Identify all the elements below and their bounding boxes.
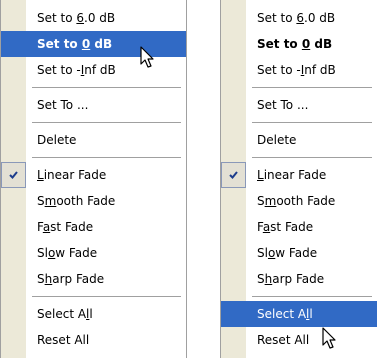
menu-item-sharp-fade[interactable]: Sharp Fade [221,266,377,292]
menu-item-label: Fast Fade [37,220,94,234]
menu-separator [1,153,186,162]
menu-item-sharp-fade[interactable]: Sharp Fade [1,266,186,292]
menu-item-fast-fade[interactable]: Fast Fade [1,214,186,240]
menu-separator [1,292,186,301]
menu-separator [221,153,377,162]
menu-item-label: Set to 0 dB [37,37,113,51]
menu-item-label: Sharp Fade [257,272,325,286]
menu-item-set-to-inf-db[interactable]: Set to -Inf dB [1,57,186,83]
menu-item-set-to-0db[interactable]: Set to 0 dB [1,31,186,57]
menu-item-set-to-6db[interactable]: Set to 6.0 dB [221,5,377,31]
menu-item-label: Smooth Fade [37,194,116,208]
menu-separator [1,83,186,92]
menu-item-slow-fade[interactable]: Slow Fade [221,240,377,266]
menu-item-select-all[interactable]: Select All [1,301,186,327]
mouse-cursor-icon [322,327,336,349]
menu-item-reset-all[interactable]: Reset All [1,327,186,353]
menu-item-label: Delete [257,133,297,147]
menu-item-label: Set To ... [37,98,89,112]
menu-item-slow-fade[interactable]: Slow Fade [1,240,186,266]
menu-item-smooth-fade[interactable]: Smooth Fade [221,188,377,214]
menu-item-label: Reset All [37,333,90,347]
menu-item-label: Set to -Inf dB [37,63,116,77]
context-menu-left: Set to 6.0 dB Set to 0 dB Set to -Inf dB… [0,0,187,358]
menu-item-label: Set to 6.0 dB [37,11,116,25]
menu-item-label: Set to 6.0 dB [257,11,336,25]
menu-item-label: Fast Fade [257,220,314,234]
menu-item-set-to-inf-db[interactable]: Set to -Inf dB [221,57,377,83]
menu-item-label: Set To ... [257,98,309,112]
menu-item-linear-fade[interactable]: Linear Fade [1,162,186,188]
menu-item-label: Delete [37,133,77,147]
menu-item-set-to[interactable]: Set To ... [221,92,377,118]
menu-item-set-to-0db[interactable]: Set to 0 dB [221,31,377,57]
menu-item-label: Slow Fade [257,246,318,260]
menu-item-label: Set to 0 dB [257,37,333,51]
menu-item-label: Select All [37,307,93,321]
menu-separator [221,292,377,301]
mouse-cursor-icon [140,46,154,68]
menu-item-linear-fade[interactable]: Linear Fade [221,162,377,188]
menu-item-label: Set to -Inf dB [257,63,336,77]
menu-item-label: Smooth Fade [257,194,336,208]
menu-item-select-all[interactable]: Select All [221,301,377,327]
menu-separator [221,83,377,92]
menu-item-reset-all[interactable]: Reset All [221,327,377,353]
menu-separator [221,118,377,127]
context-menu-right: Set to 6.0 dB Set to 0 dB Set to -Inf dB… [220,0,377,358]
menu-item-label: Sharp Fade [37,272,105,286]
menu-item-delete[interactable]: Delete [1,127,186,153]
menu-item-label: Linear Fade [257,168,327,182]
menu-item-label: Slow Fade [37,246,98,260]
menu-item-set-to[interactable]: Set To ... [1,92,186,118]
menu-item-label: Reset All [257,333,310,347]
check-icon [1,162,26,188]
menu-item-label: Select All [257,307,313,321]
menu-item-label: Linear Fade [37,168,107,182]
check-icon [221,162,246,188]
menu-item-smooth-fade[interactable]: Smooth Fade [1,188,186,214]
menu-item-set-to-6db[interactable]: Set to 6.0 dB [1,5,186,31]
menu-separator [1,118,186,127]
menu-item-fast-fade[interactable]: Fast Fade [221,214,377,240]
menu-item-delete[interactable]: Delete [221,127,377,153]
